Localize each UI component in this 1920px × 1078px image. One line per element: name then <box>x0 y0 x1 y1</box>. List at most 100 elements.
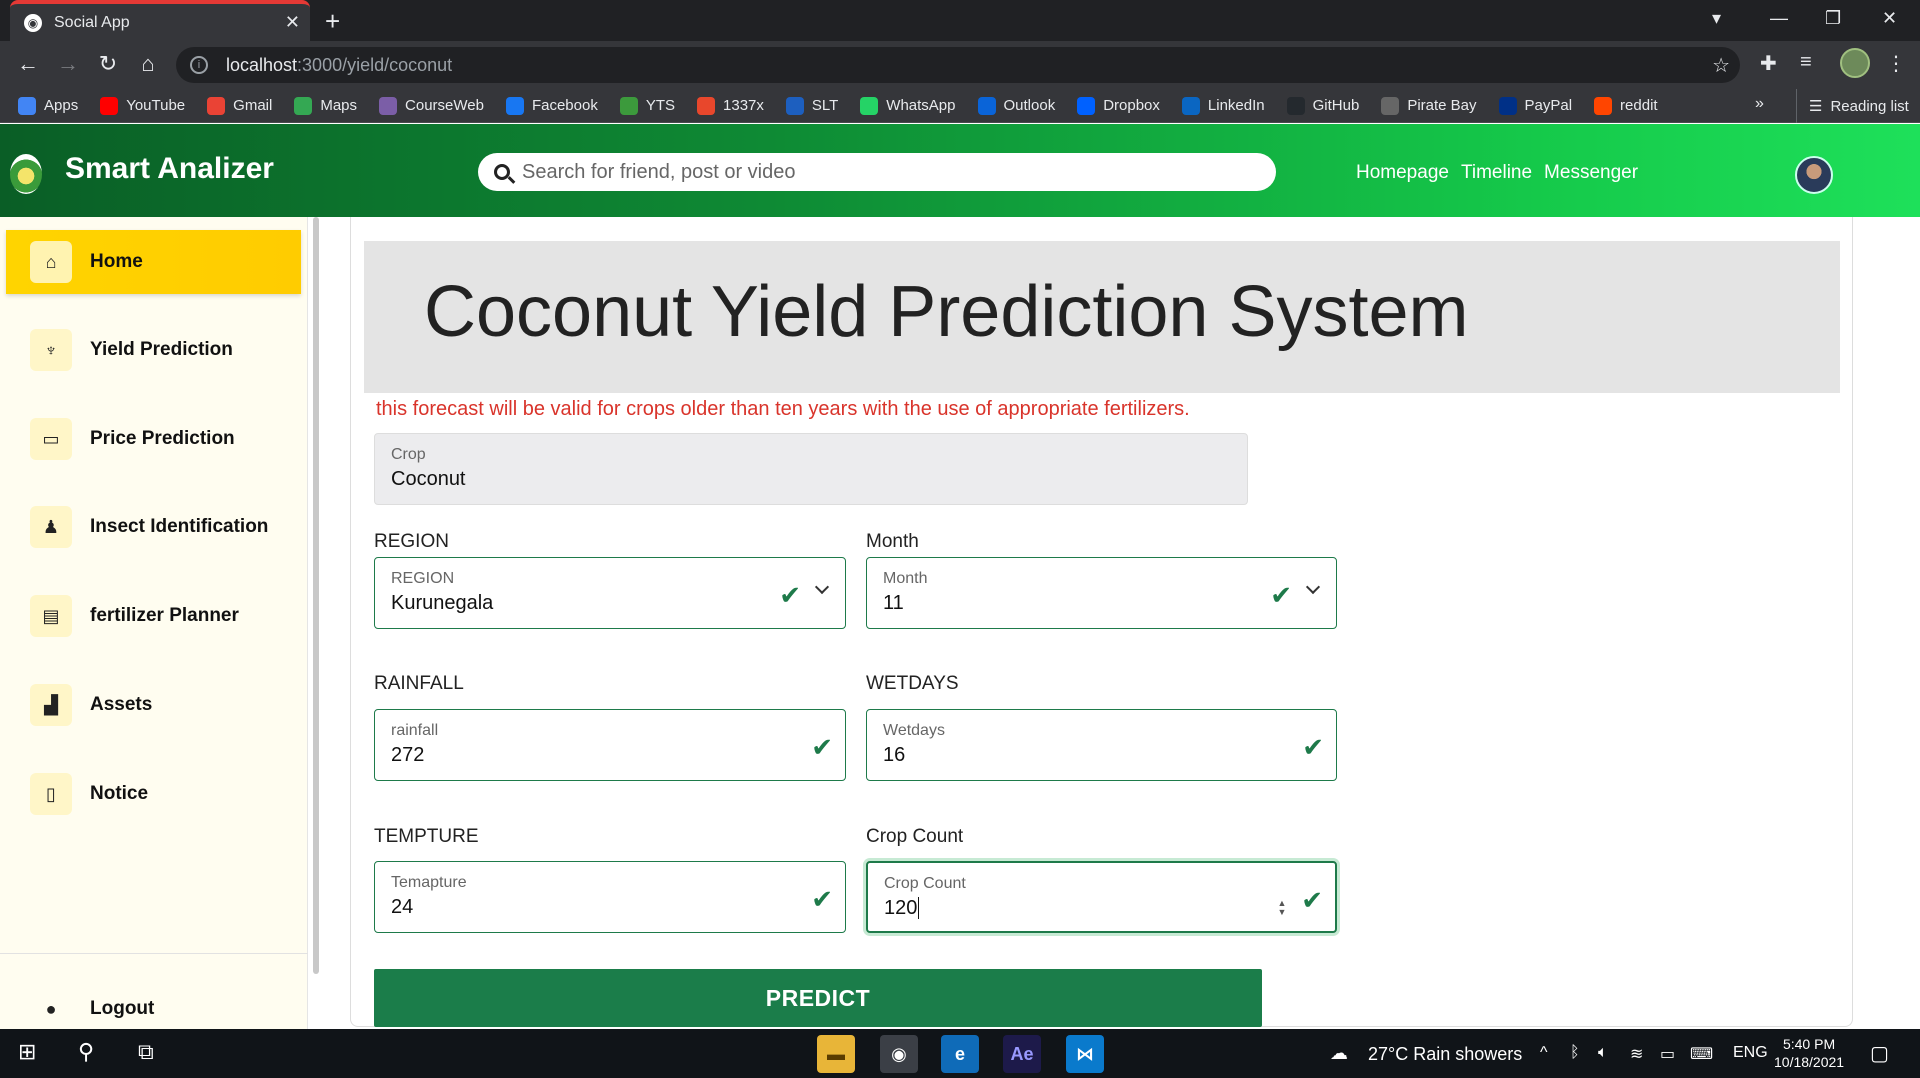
back-icon[interactable]: ← <box>14 51 42 77</box>
bookmark-maps[interactable]: Maps <box>294 96 357 115</box>
volume-icon[interactable]: 🔈︎ <box>1598 1044 1608 1062</box>
sidebar-item-assets[interactable]: ▟ Assets <box>6 673 301 737</box>
bookmark-gmail[interactable]: Gmail <box>207 96 272 115</box>
bookmark-yts[interactable]: YTS <box>619 96 676 115</box>
reading-list-button[interactable]: ☰ Reading list <box>1796 89 1909 123</box>
new-tab-icon[interactable]: + <box>325 6 340 37</box>
minimize-icon[interactable]: — <box>1770 8 1788 29</box>
browser-profile-avatar[interactable] <box>1840 48 1870 78</box>
chrome-icon[interactable]: ◉ <box>880 1035 918 1073</box>
wetdays-input-label: Wetdays <box>883 722 945 739</box>
app-logo <box>10 154 42 194</box>
file-explorer-icon[interactable]: ▬ <box>817 1035 855 1073</box>
yield-icon: ♆ <box>30 329 72 371</box>
site-info-icon[interactable]: i <box>190 56 208 74</box>
wetdays-input[interactable]: Wetdays 16 ✔ <box>866 709 1337 781</box>
user-avatar[interactable] <box>1795 156 1833 194</box>
windows-start-icon[interactable]: ⊞ <box>18 1039 36 1065</box>
sidebar-scrollbar[interactable] <box>313 217 319 974</box>
sidebar-item-fertilizer-planner[interactable]: ▤ fertilizer Planner <box>6 584 301 648</box>
nav-timeline-link[interactable]: Timeline <box>1461 162 1532 184</box>
bookmark-apps[interactable]: Apps <box>18 96 78 115</box>
bookmark-slt[interactable]: SLT <box>785 96 838 115</box>
close-tab-icon[interactable]: ✕ <box>285 12 300 33</box>
reload-icon[interactable]: ↻ <box>94 51 122 77</box>
restore-icon[interactable]: ❐ <box>1825 8 1841 29</box>
battery-icon[interactable]: ▭ <box>1660 1044 1675 1064</box>
home-browser-icon[interactable]: ⌂ <box>134 51 162 77</box>
close-window-icon[interactable]: ✕ <box>1882 8 1897 29</box>
browser-tab[interactable]: ◉ Social App ✕ <box>10 0 310 41</box>
sidebar-item-label: Price Prediction <box>90 428 235 449</box>
sidebar-item-home[interactable]: ⌂ Home <box>6 230 301 294</box>
bookmark-pirate-bay[interactable]: Pirate Bay <box>1381 96 1477 115</box>
rainfall-input[interactable]: rainfall 272 ✔ <box>374 709 846 781</box>
bookmark-github[interactable]: GitHub <box>1286 96 1359 115</box>
bookmark-label: WhatsApp <box>886 97 956 114</box>
more-bookmarks-icon[interactable]: » <box>1755 95 1764 113</box>
bookmark-label: Pirate Bay <box>1407 97 1477 114</box>
sidebar-item-label: Yield Prediction <box>90 339 233 360</box>
app-header: Smart Analizer Homepage Timeline Messeng… <box>0 124 1920 217</box>
edge-icon[interactable]: e <box>941 1035 979 1073</box>
sidebar-item-logout[interactable]: ● Logout <box>6 989 301 1029</box>
search-taskbar-icon[interactable]: ⚲ <box>78 1039 94 1065</box>
sidebar-item-insect-identification[interactable]: ♟ Insect Identification <box>6 495 301 559</box>
sidebar-item-label: Logout <box>90 998 155 1019</box>
extensions-icon[interactable]: ✚ <box>1760 51 1777 76</box>
bluetooth-icon[interactable]: ᛒ <box>1570 1044 1580 1062</box>
bookmark-facebook[interactable]: Facebook <box>505 96 598 115</box>
vscode-icon[interactable]: ⋈ <box>1066 1035 1104 1073</box>
crop-count-input-value: 120 <box>884 897 920 919</box>
sidebar-item-yield-prediction[interactable]: ♆ Yield Prediction <box>6 318 301 382</box>
sidebar-item-price-prediction[interactable]: ▭ Price Prediction <box>6 407 301 471</box>
bookmark-1337x[interactable]: 1337x <box>697 96 764 115</box>
bookmark-youtube[interactable]: YouTube <box>100 96 185 115</box>
after-effects-icon[interactable]: Ae <box>1003 1035 1041 1073</box>
number-spinner-icon[interactable]: ▲ ▼ <box>1275 899 1289 917</box>
tray-chevron-icon[interactable]: ^ <box>1540 1044 1548 1062</box>
sidebar-item-notice[interactable]: ▯ Notice <box>6 762 301 826</box>
assets-icon: ▟ <box>30 684 72 726</box>
check-icon: ✔ <box>779 580 801 610</box>
tab-search-icon[interactable]: ▾ <box>1712 8 1721 29</box>
address-bar[interactable]: i localhost:3000/yield/coconut ☆ <box>176 47 1740 83</box>
temperature-input[interactable]: Temapture 24 ✔ <box>374 861 846 933</box>
temperature-input-value: 24 <box>391 896 414 918</box>
search-input[interactable] <box>522 160 1222 184</box>
nav-homepage-link[interactable]: Homepage <box>1356 162 1449 184</box>
temperature-heading: TEMPTURE <box>374 826 479 847</box>
task-view-icon[interactable]: ⧉ <box>138 1039 154 1065</box>
check-icon: ✔ <box>1301 885 1323 915</box>
wifi-icon[interactable]: ≋ <box>1630 1044 1643 1064</box>
forward-icon[interactable]: → <box>54 51 82 77</box>
notifications-icon[interactable]: ▢ <box>1870 1041 1889 1066</box>
weather-text[interactable]: 27°C Rain showers <box>1368 1044 1522 1065</box>
bookmark-whatsapp[interactable]: WhatsApp <box>860 96 956 115</box>
bookmark-dropbox[interactable]: Dropbox <box>1077 96 1160 115</box>
bookmark-label: YTS <box>645 97 676 114</box>
bookmark-outlook[interactable]: Outlook <box>977 96 1055 115</box>
bookmark-paypal[interactable]: PayPal <box>1498 96 1572 115</box>
bookmark-star-icon[interactable]: ☆ <box>1712 53 1730 78</box>
nav-messenger-link[interactable]: Messenger <box>1544 162 1638 184</box>
sidebar-item-label: Assets <box>90 694 153 715</box>
predict-button[interactable]: PREDICT <box>374 969 1262 1027</box>
yts-icon <box>619 96 638 115</box>
month-select[interactable]: Month 11 ✔ <box>866 557 1337 629</box>
keyboard-icon[interactable]: ⌨ <box>1690 1044 1713 1064</box>
search-bar[interactable] <box>478 153 1276 191</box>
clock[interactable]: 5:40 PM 10/18/2021 <box>1774 1035 1844 1071</box>
language-indicator[interactable]: ENG <box>1733 1044 1768 1062</box>
sidebar-item-label: fertilizer Planner <box>90 605 239 626</box>
temperature-input-label: Temapture <box>391 874 467 891</box>
tab-title: Social App <box>54 13 130 31</box>
bookmark-linkedin[interactable]: LinkedIn <box>1181 96 1265 115</box>
region-select[interactable]: REGION Kurunegala ✔ <box>374 557 846 629</box>
rainfall-input-value: 272 <box>391 744 425 766</box>
bookmark-courseweb[interactable]: CourseWeb <box>379 96 484 115</box>
browser-menu-icon[interactable]: ⋮ <box>1886 51 1906 76</box>
crop-count-input[interactable]: Crop Count 120 ▲ ▼ ✔ <box>866 861 1337 933</box>
media-icon[interactable]: ≡ <box>1800 51 1812 74</box>
bookmark-reddit[interactable]: reddit <box>1594 96 1658 115</box>
